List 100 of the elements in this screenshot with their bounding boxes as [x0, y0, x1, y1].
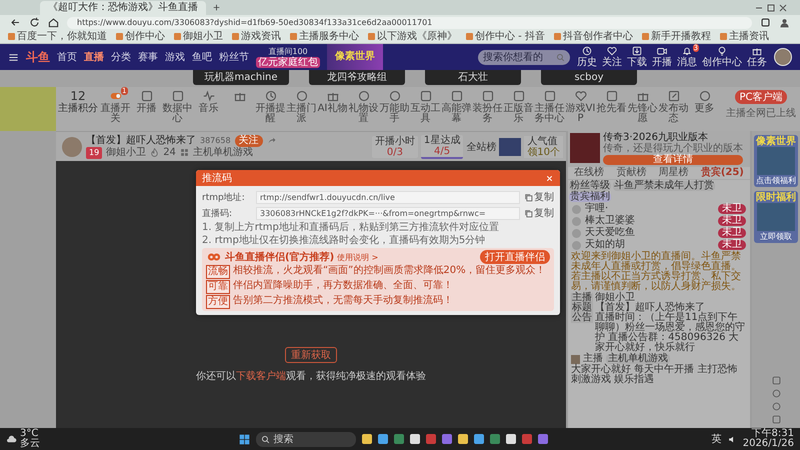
search-input[interactable]: 搜索	[273, 434, 344, 444]
close-icon[interactable]	[545, 174, 554, 182]
nav-action[interactable]: 创作中心	[702, 46, 742, 68]
viewer-row[interactable]: 宇哩· 未卫	[568, 203, 750, 215]
popularity-button[interactable]: 人气值 领10个	[524, 136, 563, 158]
bookmark[interactable]: 创作中心	[125, 30, 165, 42]
app-icon[interactable]	[506, 434, 516, 444]
copy-button[interactable]: 复制	[524, 206, 554, 220]
reload-icon[interactable]	[29, 17, 40, 28]
bookmark[interactable]: 以下游戏《原神》	[377, 30, 457, 42]
tool-button[interactable]: 数据中心	[162, 90, 193, 124]
featured-card[interactable]: 龙四爷攻略组	[309, 70, 405, 85]
nav-action[interactable]: 下载	[627, 46, 647, 68]
site-logo[interactable]: 斗鱼	[26, 48, 50, 66]
sidebar-tab[interactable]: 在线榜	[574, 168, 604, 178]
tool-button[interactable]: 发布动态	[658, 90, 689, 124]
nav-action[interactable]: 任务	[747, 46, 767, 68]
sidebar-tab[interactable]: 贵宾(25)	[700, 168, 744, 178]
tool-button[interactable]: 开播提醒	[255, 90, 286, 124]
copy-button[interactable]: 复制	[524, 190, 554, 204]
follow-button[interactable]: 关注	[234, 134, 263, 146]
tool-button[interactable]: 主播门派	[286, 90, 317, 124]
featured-card[interactable]: 玩机器machine	[193, 70, 289, 85]
filter-chip[interactable]: 贵宾福利	[569, 192, 611, 202]
tool-button[interactable]: AI礼物	[317, 90, 348, 114]
download-link[interactable]: 下载客户端	[236, 371, 286, 382]
viewer-row[interactable]: 天如的胡 未卫	[568, 239, 750, 251]
tool-button[interactable]: 正版音乐	[503, 90, 534, 124]
client-button[interactable]: PC客户端	[735, 90, 786, 104]
featured-card[interactable]: scboy	[541, 70, 637, 85]
category-link[interactable]: 主机单机游戏	[192, 146, 253, 158]
app-icon[interactable]	[474, 434, 484, 444]
featured-card[interactable]: 石大壮	[425, 70, 521, 85]
tool-button[interactable]: 开播	[131, 90, 162, 114]
retry-button[interactable]: 重新获取	[285, 347, 337, 363]
viewer-row[interactable]: 天天爱吃鱼 未卫	[568, 227, 750, 239]
tool-button[interactable]: 更多	[689, 90, 720, 114]
browser-tab[interactable]: 《超叮大作：恐怖游戏》斗鱼直播	[40, 1, 206, 15]
bookmark[interactable]: 抖音创作者中心	[562, 30, 633, 42]
nav-link[interactable]: 赛事	[138, 50, 158, 64]
promo-card[interactable]: 像素世界 点击领福利	[754, 135, 798, 187]
taskbar-search[interactable]: 搜索	[256, 432, 356, 446]
stat-tab[interactable]: 1星达成 4/5	[420, 134, 464, 158]
extensions-icon[interactable]	[760, 17, 771, 28]
menu-icon[interactable]	[8, 52, 19, 62]
bookmark[interactable]: 百度一下，你就知道	[17, 30, 107, 42]
app-icon[interactable]	[458, 434, 468, 444]
tool-button[interactable]: 高能弹幕	[441, 90, 472, 124]
tool-button[interactable]: 万能助手	[379, 90, 410, 124]
bookmark[interactable]: 主播资讯	[728, 30, 769, 42]
tool-button[interactable]: 游戏VIP	[565, 90, 596, 124]
weather-widget[interactable]: 3°C 多云	[6, 429, 76, 449]
nav-link[interactable]: 首页	[57, 50, 77, 64]
nav-action[interactable]: 关注	[602, 46, 622, 68]
nav-action[interactable]: 开播	[652, 46, 672, 68]
nav-link[interactable]: 分类	[111, 50, 131, 64]
plus-icon[interactable]	[212, 3, 221, 12]
app-icon[interactable]	[362, 434, 372, 444]
filter-chip[interactable]: 粉丝等级	[569, 181, 611, 191]
back-icon[interactable]	[10, 17, 21, 28]
help-link[interactable]: 使用说明 >	[337, 252, 378, 262]
nav-link[interactable]: 直播	[84, 50, 104, 64]
nav-action[interactable]: 历史	[577, 46, 597, 68]
tool-button[interactable]: 装扮任务	[472, 90, 503, 124]
open-app-button[interactable]: 打开直播伴侣	[480, 250, 550, 264]
app-icon[interactable]	[378, 434, 388, 444]
clock[interactable]: 下午8:31 2026/1/26	[742, 429, 794, 449]
tool-button[interactable]: 互动工具	[410, 90, 441, 124]
tool-button[interactable]: 礼物设置	[348, 90, 379, 124]
nav-link[interactable]: 鱼吧	[192, 50, 212, 64]
promo-badge[interactable]: 亿元家庭红包	[256, 57, 320, 68]
viewer-row[interactable]: 棒太卫婆婆 未卫	[568, 215, 750, 227]
search-field[interactable]: 搜索你想看的	[478, 50, 570, 64]
app-icon[interactable]	[410, 434, 420, 444]
tool-button[interactable]: 先锋心愿	[627, 90, 658, 124]
rank-button[interactable]: 全站榜	[466, 140, 496, 154]
bookmark[interactable]: 御姐小卫	[183, 30, 223, 42]
stat-tab[interactable]: 开播小时 0/3	[372, 136, 418, 158]
bookmark[interactable]: 新手开播教程	[650, 30, 711, 42]
profile-icon[interactable]	[779, 17, 790, 28]
tool-button[interactable]: 主播任务中心	[534, 90, 565, 124]
tool-button[interactable]: 抢先看	[596, 90, 627, 114]
promo-card[interactable]: 限时福利 立即领取	[754, 191, 798, 243]
start-icon[interactable]	[239, 434, 250, 444]
sidebar-tab[interactable]: 贡献榜	[616, 168, 646, 178]
text-field[interactable]: 3306083rHNCkE1g2f?dkPK=···&from=onegrtmp&rnwc=	[256, 206, 520, 220]
tool-button[interactable]: 音乐	[193, 90, 224, 114]
input-method-indicator[interactable]: 英	[712, 432, 722, 446]
sidebar-tab[interactable]: 周星榜	[658, 168, 689, 178]
address-field[interactable]: https://www.douyu.com/3306083?dyshid=d1fb69-50ed30834f133a31ce6d2aa00011701	[67, 16, 752, 28]
host-name[interactable]: 御姐小卫	[106, 146, 146, 158]
bookmark[interactable]: 主播服务中心	[299, 30, 359, 42]
home-icon[interactable]	[48, 17, 59, 28]
bookmark[interactable]: 游戏资讯	[241, 30, 281, 42]
filter-chip[interactable]: 斗鱼严禁未成年人打赏	[613, 181, 715, 191]
text-field[interactable]: rtmp://sendfwr1.douyucdn.cn/live	[256, 190, 520, 204]
nav-link[interactable]: 游戏	[165, 50, 185, 64]
bookmark[interactable]: 创作中心 - 抖音	[475, 30, 545, 42]
avatar[interactable]	[774, 48, 792, 66]
ad-button[interactable]: 查看详情	[603, 155, 743, 165]
